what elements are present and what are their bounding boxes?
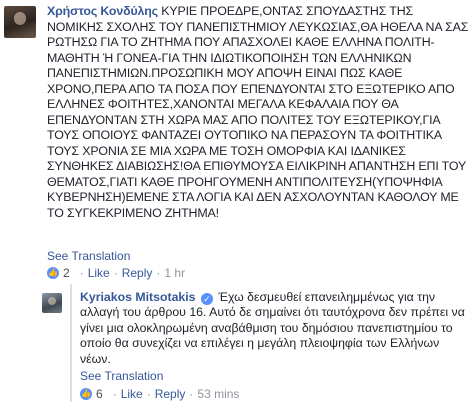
comment-2-author[interactable]: Kyriakos Mitsotakis	[80, 290, 196, 304]
comment-1-author[interactable]: Χρήστος Κονδύλης	[47, 4, 158, 18]
comment-1-actions: 👍 2 · Like · Reply · 1 hr	[47, 266, 185, 280]
comment-2: Kyriakos Mitsotakis ✓ Έχω δεσμευθεί επαν…	[80, 290, 470, 367]
separator: ·	[79, 266, 84, 280]
comment-1: Χρήστος Κονδύλης ΚΥΡΙΕ ΠΡΟΕΔΡΕ,ΟΝΤΑΣ ΣΠΟ…	[47, 4, 469, 221]
verified-badge-icon: ✓	[200, 293, 213, 305]
see-translation-link-1[interactable]: See Translation	[47, 249, 130, 263]
see-translation-link-2[interactable]: See Translation	[80, 369, 163, 383]
comment-1-timestamp[interactable]: 1 hr	[164, 266, 185, 280]
reply-thread-line	[70, 284, 72, 402]
comment-1-like-count[interactable]: 2	[63, 266, 70, 280]
reply-button-2[interactable]: Reply	[155, 387, 186, 401]
reply-button-1[interactable]: Reply	[122, 266, 153, 280]
comment-2-like-count[interactable]: 6	[96, 387, 103, 401]
comment-2-timestamp[interactable]: 53 mins	[197, 387, 239, 401]
like-button-1[interactable]: Like	[88, 266, 110, 280]
thumbs-up-icon: 👍	[80, 388, 92, 400]
separator: ·	[146, 387, 151, 401]
avatar-christos[interactable]	[4, 6, 36, 38]
like-button-2[interactable]: Like	[121, 387, 143, 401]
separator: ·	[189, 387, 194, 401]
separator: ·	[112, 387, 117, 401]
comment-1-text: ΚΥΡΙΕ ΠΡΟΕΔΡΕ,ΟΝΤΑΣ ΣΠΟΥΔΑΣΤΗΣ ΤΗΣ ΝΟΜΙΚ…	[47, 4, 469, 220]
thumbs-up-icon: 👍	[47, 267, 59, 279]
separator: ·	[156, 266, 161, 280]
comment-2-actions: 👍 6 · Like · Reply · 53 mins	[80, 387, 239, 401]
avatar-kyriakos[interactable]	[42, 293, 62, 313]
separator: ·	[113, 266, 118, 280]
